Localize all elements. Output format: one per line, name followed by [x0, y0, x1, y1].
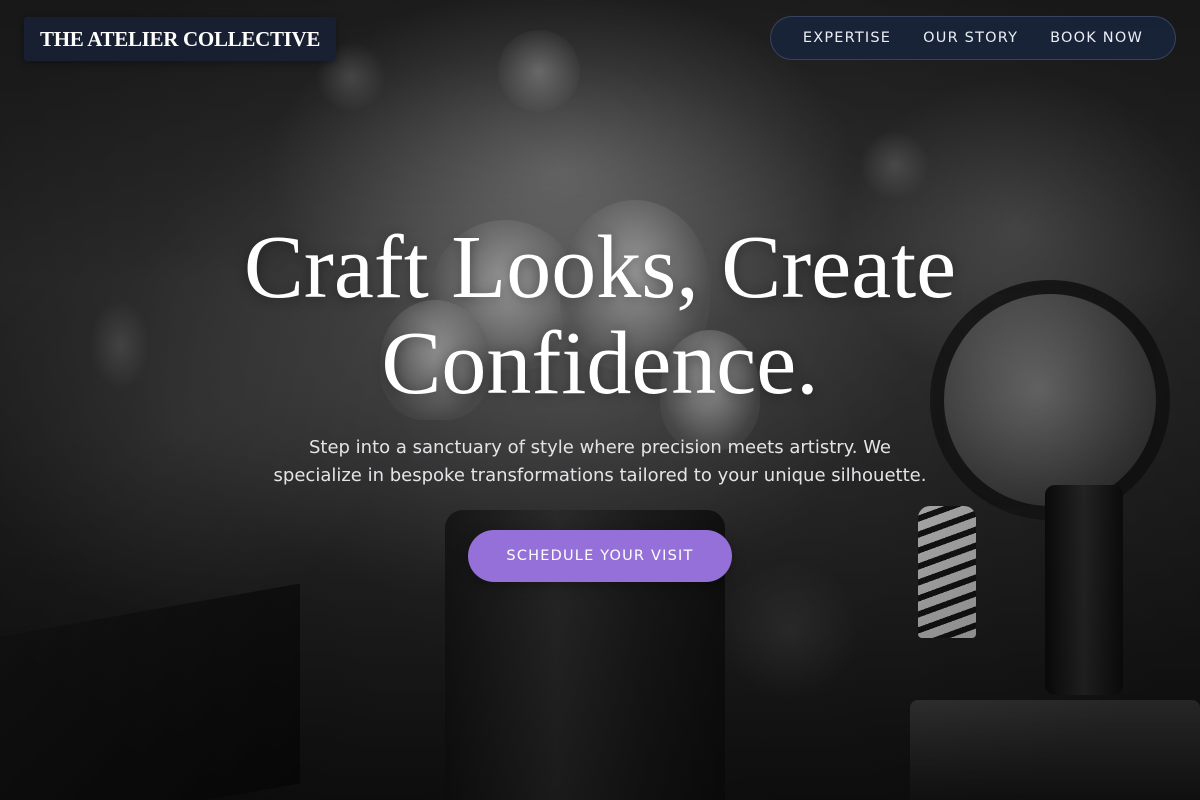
- bokeh-light: [498, 30, 580, 112]
- palette-tray-image: [910, 700, 1200, 800]
- bokeh-light: [860, 130, 930, 200]
- logo-text: THE ATELIER COLLECTIVE: [40, 26, 321, 51]
- hero-subtext: Step into a sanctuary of style where pre…: [260, 434, 940, 490]
- schedule-visit-button[interactable]: SCHEDULE YOUR VISIT: [468, 530, 732, 582]
- nav-link-book-now[interactable]: BOOK NOW: [1050, 30, 1143, 46]
- headline-line-2: Confidence.: [381, 314, 819, 413]
- lipstick-tube-image: [918, 506, 976, 638]
- main-nav: EXPERTISE OUR STORY BOOK NOW: [769, 16, 1176, 60]
- hero-headline: Craft Looks, Create Confidence.: [0, 220, 1200, 412]
- hero-section: THE ATELIER COLLECTIVE EXPERTISE OUR STO…: [0, 0, 1200, 800]
- subtext-line-1: Step into a sanctuary of style where pre…: [308, 437, 892, 458]
- nav-link-expertise[interactable]: EXPERTISE: [803, 30, 891, 46]
- bokeh-light: [720, 560, 860, 700]
- makeup-box-image: [0, 583, 300, 800]
- subtext-line-2: specialize in bespoke transformations ta…: [273, 465, 927, 486]
- nav-link-our-story[interactable]: OUR STORY: [923, 30, 1018, 46]
- mascara-cap-image: [1045, 485, 1123, 695]
- site-logo[interactable]: THE ATELIER COLLECTIVE: [24, 17, 337, 61]
- headline-line-1: Craft Looks, Create: [243, 218, 957, 317]
